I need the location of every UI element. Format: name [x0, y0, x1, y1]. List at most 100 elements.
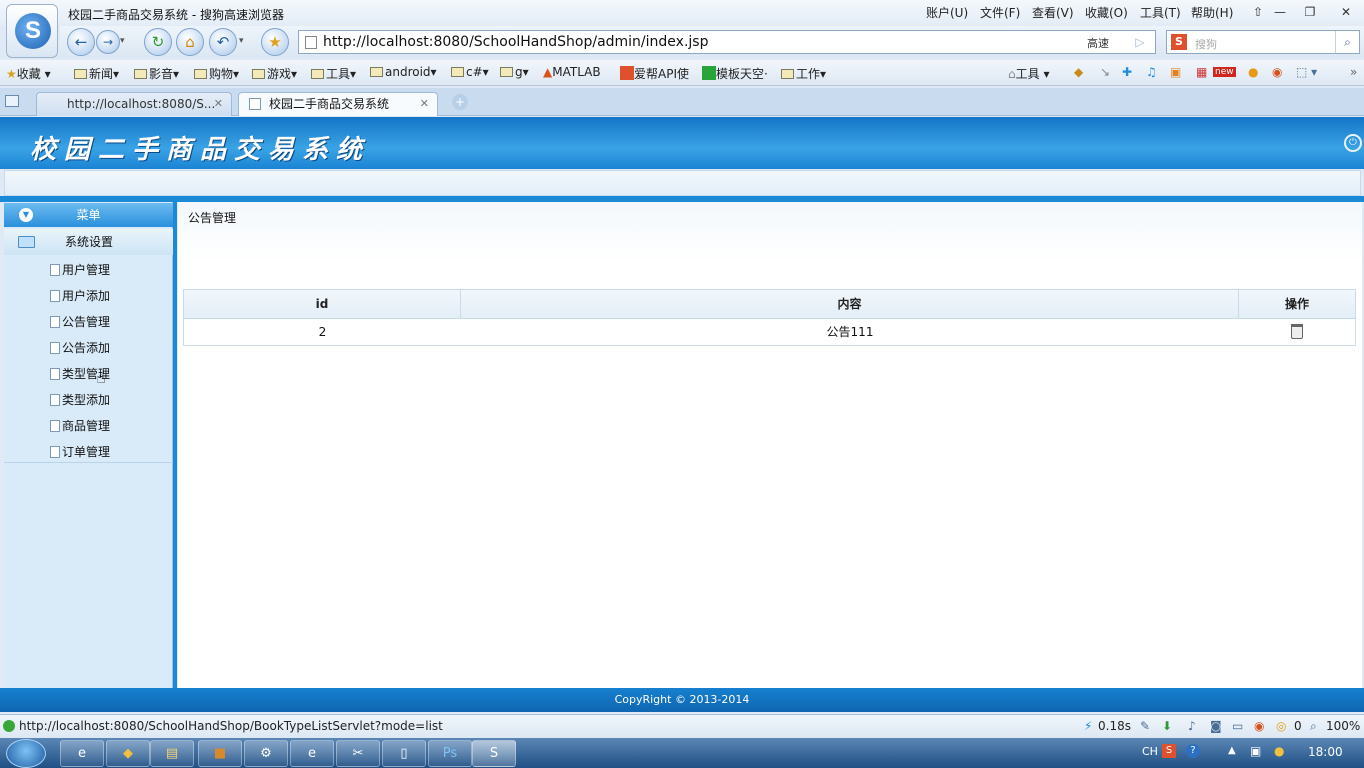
new-badge[interactable]: new [1213, 67, 1236, 77]
volume-icon[interactable]: ♪ [1188, 719, 1196, 733]
fav-g[interactable]: g▾ [500, 65, 529, 79]
taskbar-book-icon[interactable]: ■ [198, 740, 242, 767]
new-tab-icon[interactable]: + [452, 94, 468, 110]
sidebar-toggle-icon[interactable] [5, 95, 19, 107]
coin-status-icon[interactable]: ◎ [1276, 719, 1286, 733]
menu-help[interactable]: 帮助(H) [1191, 4, 1233, 21]
fav-games[interactable]: 游戏▾ [252, 65, 297, 82]
fav-media[interactable]: 影音▾ [134, 65, 179, 82]
restore-button[interactable]: ❐ [1296, 2, 1324, 22]
sidebar-item-order-manage[interactable]: 订单管理 [50, 443, 110, 460]
tray-expand-icon[interactable]: ▲ [1228, 745, 1236, 756]
favorite-star-icon[interactable]: ★ [261, 28, 289, 56]
taskbar-sogou-icon[interactable]: S [472, 740, 516, 767]
close-tab-icon[interactable]: ✕ [420, 93, 429, 115]
taskbar-app-icon[interactable]: ◆ [106, 740, 150, 767]
sidebar-splitter[interactable] [173, 202, 177, 688]
sidebar-item-notice-add[interactable]: 公告添加 [50, 339, 110, 356]
edit-icon[interactable]: ✎ [1140, 719, 1150, 733]
window-icon[interactable]: ▭ [1232, 719, 1243, 733]
fav-template[interactable]: 模板天空· [702, 65, 768, 82]
address-bar[interactable]: http://localhost:8080/SchoolHandShop/adm… [298, 30, 1156, 54]
tab-school-shop[interactable]: 校园二手商品交易系统 ✕ [238, 92, 438, 116]
undo-dropdown-icon[interactable]: ▾ [239, 36, 244, 46]
music-icon[interactable]: ♫ [1146, 65, 1157, 79]
minimize-button[interactable]: — [1266, 2, 1294, 22]
column-header-content[interactable]: 内容 [461, 290, 1239, 318]
delete-icon[interactable] [1291, 324, 1303, 339]
menu-favorites[interactable]: 收藏(O) [1085, 4, 1128, 21]
fav-aibang[interactable]: 爱帮API使 [620, 65, 689, 82]
screenshot-icon[interactable]: ⬚ ▾ [1296, 65, 1317, 79]
sidebar-item-goods-manage[interactable]: 商品管理 [50, 417, 110, 434]
menu-tools[interactable]: 工具(T) [1140, 4, 1181, 21]
back-icon[interactable]: ← [67, 28, 95, 56]
close-tab-icon[interactable]: ✕ [214, 93, 223, 115]
address-text[interactable]: http://localhost:8080/SchoolHandShop/adm… [323, 34, 708, 50]
taskbar-ie2-icon[interactable]: e [290, 740, 334, 767]
input-language[interactable]: CH [1142, 745, 1158, 758]
fav-work[interactable]: 工作▾ [781, 65, 826, 82]
undo-close-icon[interactable]: ↶ [209, 28, 237, 56]
menu-file[interactable]: 文件(F) [980, 4, 1020, 21]
calendar-icon[interactable]: ▦ [1196, 65, 1207, 79]
fav-shopping[interactable]: 购物▾ [194, 65, 239, 82]
taskbar-tool-icon[interactable]: ✂ [336, 740, 380, 767]
go-icon[interactable]: ▷ [1129, 32, 1151, 52]
taskbar-settings-icon[interactable]: ⚙ [244, 740, 288, 767]
start-button[interactable] [6, 739, 46, 768]
refresh-icon[interactable]: ↻ [144, 28, 172, 56]
sidebar-item-type-add[interactable]: 类型添加 [50, 391, 110, 408]
network-tray-icon[interactable]: ▣ [1250, 744, 1261, 758]
fav-matlab[interactable]: ▲MATLAB [543, 65, 601, 79]
home-icon[interactable]: ⌂ [176, 28, 204, 56]
close-window-button[interactable]: ✕ [1332, 2, 1360, 22]
app-icon[interactable]: ▣ [1170, 65, 1181, 79]
camera-icon[interactable]: ◙ [1210, 719, 1222, 733]
more-icon[interactable]: » [1350, 65, 1357, 79]
taskbar-doc-icon[interactable]: ▯ [382, 740, 426, 767]
toolbar-tools[interactable]: ⌂工具 ▾ [1008, 65, 1049, 82]
zoom-level[interactable]: 100% [1326, 719, 1360, 733]
fav-news[interactable]: 新闻▾ [74, 65, 119, 82]
help-tray-icon[interactable]: ? [1186, 744, 1200, 758]
speed-mode-label[interactable]: 高速 [1087, 35, 1109, 51]
search-box[interactable]: S 搜狗 ⌕ [1166, 30, 1360, 54]
forward-icon[interactable]: → [96, 30, 120, 54]
taskbar-explorer-icon[interactable]: ▤ [150, 740, 194, 767]
fav-tools[interactable]: 工具▾ [311, 65, 356, 82]
fav-csharp[interactable]: c#▾ [451, 65, 489, 79]
page-icon [50, 368, 60, 380]
eye-protect-icon[interactable]: ◉ [1254, 719, 1264, 733]
extension-icon[interactable]: ◆ [1074, 65, 1083, 79]
cursor-tool-icon[interactable]: ↘ [1100, 65, 1110, 79]
taskbar-photoshop-icon[interactable]: Ps [428, 740, 472, 767]
fav-collect[interactable]: ★收藏 ▾ [6, 65, 51, 82]
menu-view[interactable]: 查看(V) [1032, 4, 1074, 21]
zoom-icon[interactable]: ⌕ [1310, 719, 1317, 734]
game-icon[interactable]: ✚ [1122, 65, 1132, 79]
breadcrumb: 公告管理 [178, 202, 1362, 262]
sidebar-item-notice-manage[interactable]: 公告管理 [50, 313, 110, 330]
eye-icon[interactable]: ◉ [1272, 65, 1282, 79]
taskbar-ie-icon[interactable]: e [60, 740, 104, 767]
logout-icon[interactable]: ⏻ [1344, 134, 1362, 152]
search-placeholder[interactable]: 搜狗 [1195, 36, 1217, 52]
column-header-action[interactable]: 操作 [1239, 290, 1355, 318]
column-header-id[interactable]: id [184, 290, 461, 318]
menu-account[interactable]: 账户(U) [926, 4, 968, 21]
sidebar-header[interactable]: ▼ 菜单 [4, 203, 173, 227]
sogou-ime-icon[interactable]: S [1162, 744, 1176, 758]
sogou-logo[interactable]: S [6, 4, 58, 58]
download-icon[interactable]: ⬇ [1162, 719, 1172, 733]
sidebar-group-settings[interactable]: 系统设置 [4, 229, 173, 255]
qq-tray-icon[interactable]: ● [1274, 744, 1284, 758]
collapse-icon[interactable]: ▼ [19, 208, 33, 222]
coin-icon[interactable]: ● [1248, 65, 1258, 79]
tab-localhost[interactable]: http://localhost:8080/S... ✕ [36, 92, 232, 116]
fav-android[interactable]: android▾ [370, 65, 437, 79]
sidebar-item-user-manage[interactable]: 用户管理 [50, 261, 110, 278]
sidebar-item-user-add[interactable]: 用户添加 [50, 287, 110, 304]
search-icon[interactable]: ⌕ [1335, 31, 1359, 53]
forward-dropdown-icon[interactable]: ▾ [120, 36, 125, 46]
